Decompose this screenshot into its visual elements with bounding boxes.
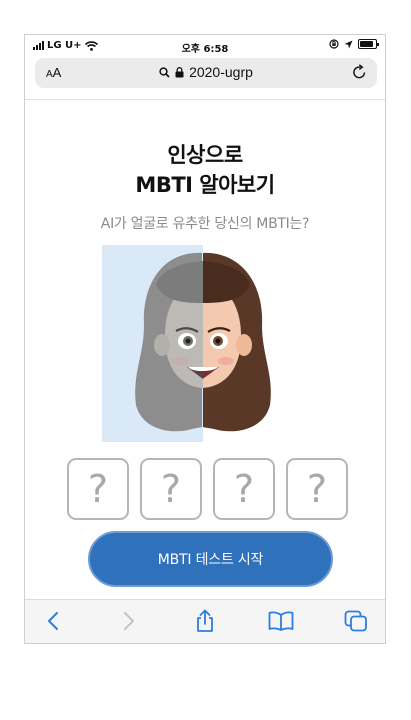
bookmarks-button[interactable] [267,608,295,634]
mbti-slot-3: ? [213,458,275,520]
rotation-lock-icon [329,39,339,49]
page-subtitle: AI가 얼굴로 유추한 당신의 MBTI는? [100,216,310,232]
tabs-button[interactable] [342,608,370,634]
url-field[interactable]: 2020-ugrp [35,64,377,80]
url-text: 2020-ugrp [189,64,253,80]
start-test-button[interactable]: MBTI 테스트 시작 [88,531,333,587]
status-right [329,39,379,49]
mbti-slot-1: ? [67,458,129,520]
browser-toolbar [25,599,385,643]
back-icon [48,612,58,630]
lock-icon [175,66,184,77]
mbti-slot-4: ? [286,458,348,520]
page-title-line1: 인상으로 [167,143,243,167]
battery-icon [358,39,379,49]
address-divider [25,99,385,100]
share-icon [197,609,213,632]
page-title-line2: MBTI 알아보기 [135,173,275,197]
memoji-avatar [135,252,271,432]
address-bar[interactable]: AA 2020-ugrp [35,58,377,88]
location-icon [344,40,353,48]
forward-icon [124,612,134,630]
reload-icon[interactable] [352,64,367,80]
phone-screen: LG U+ 오후 6:58 AA 2020-ugrp 인상으로 MBTI 알아보… [24,34,386,644]
status-bar: LG U+ 오후 6:58 [25,35,385,57]
mbti-slot-2: ? [140,458,202,520]
forward-button[interactable] [115,608,143,634]
bookmarks-icon [268,611,294,631]
mbti-result-slots: ? ? ? ? [67,458,348,520]
share-button[interactable] [191,608,219,634]
search-icon [159,66,170,78]
tabs-icon [344,610,367,632]
avatar-illustration [102,245,282,445]
back-button[interactable] [39,608,67,634]
